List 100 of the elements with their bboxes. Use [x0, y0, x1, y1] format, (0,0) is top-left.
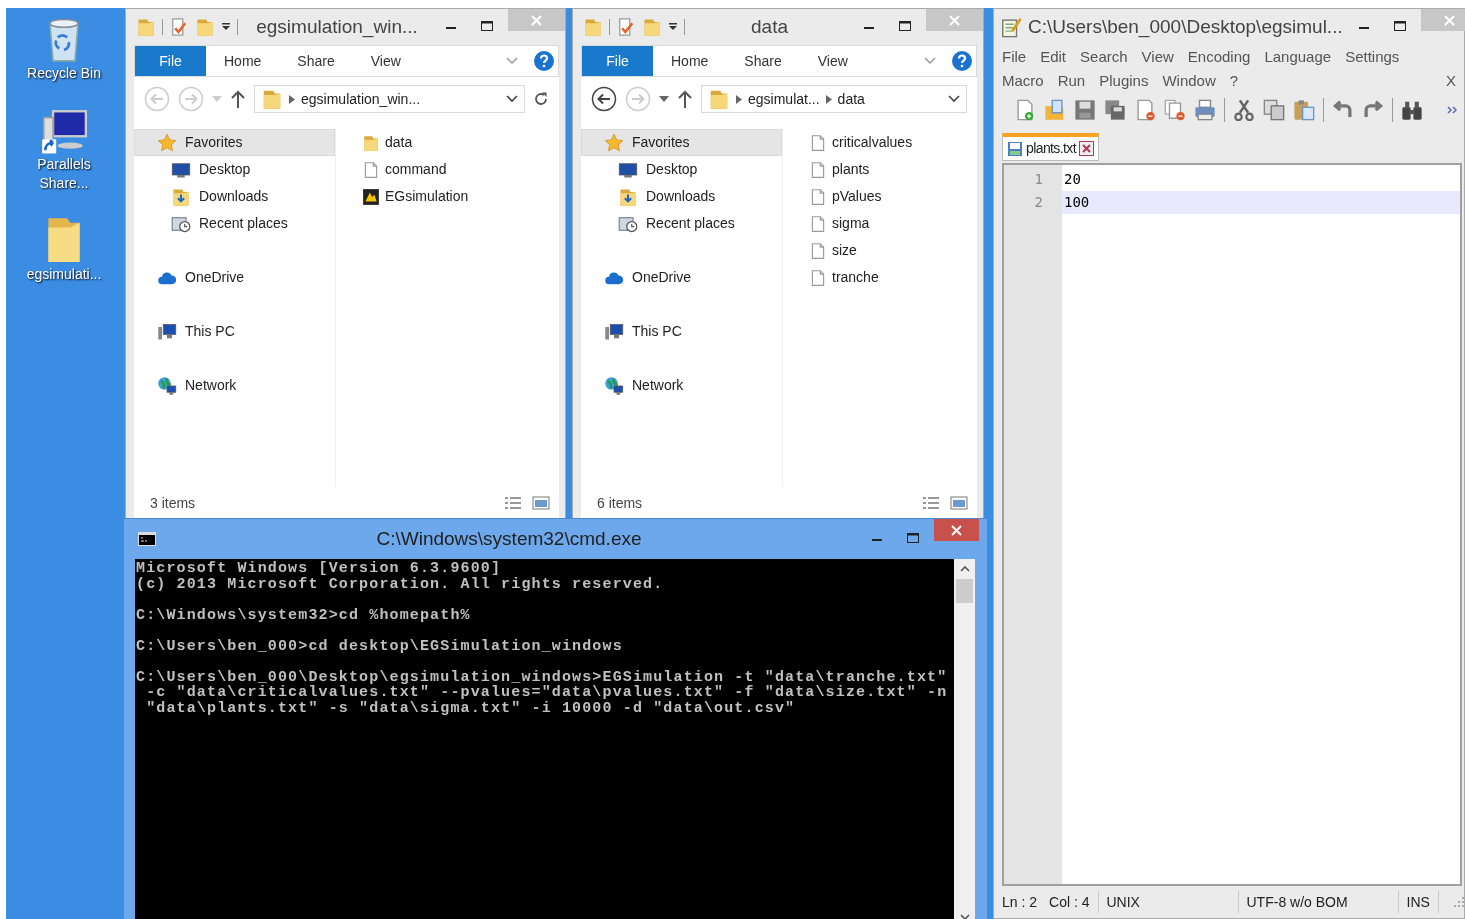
file-name[interactable]: pValues	[832, 186, 882, 207]
chevron-icon[interactable]	[825, 94, 832, 104]
refresh-button[interactable]	[533, 91, 549, 107]
close-file-icon[interactable]	[1134, 99, 1156, 121]
large-icons-view-icon[interactable]	[531, 495, 551, 511]
ribbon-tab[interactable]: View	[799, 46, 866, 76]
scroll-thumb[interactable]	[956, 579, 973, 603]
nav-item-label: Favorites	[632, 133, 690, 152]
help-icon[interactable]	[952, 51, 972, 71]
menu-item[interactable]: File	[1002, 45, 1027, 69]
status-text: INS	[1406, 892, 1430, 912]
menu-item[interactable]: Run	[1057, 69, 1086, 93]
file-menu-button[interactable]: File	[582, 46, 653, 76]
window-title: data	[750, 14, 789, 39]
ribbon-tab[interactable]: Home	[653, 46, 727, 76]
dropdown-chevron-icon[interactable]	[948, 95, 960, 103]
save-all-icon[interactable]	[1104, 99, 1126, 121]
paste-icon[interactable]	[1293, 99, 1315, 121]
nav-pane-item[interactable]: Desktop	[134, 156, 335, 183]
ribbon-tab[interactable]: View	[352, 46, 419, 76]
more-chevrons-icon[interactable]	[1447, 106, 1458, 114]
file-name[interactable]: command	[385, 159, 447, 180]
dropdown-caret-icon[interactable]	[221, 22, 231, 32]
nav-pane-item[interactable]: OneDrive	[134, 264, 335, 291]
nav-pane-item[interactable]: Recent places	[581, 210, 782, 237]
computer-icon	[604, 321, 624, 342]
breadcrumb-item[interactable]: data	[837, 88, 865, 110]
chevron-icon[interactable]	[289, 94, 295, 104]
nav-pane-item[interactable]: Desktop	[581, 156, 782, 183]
nav-pane-item[interactable]: Favorites	[581, 129, 782, 156]
file-name[interactable]: sigma	[832, 213, 870, 234]
new-file-icon[interactable]	[1014, 99, 1036, 121]
expand-chevron-icon[interactable]	[924, 57, 936, 65]
file-name[interactable]: EGsimulation	[385, 186, 469, 207]
nav-pane-item[interactable]: Recent places	[134, 210, 335, 237]
close-document-button[interactable]: X	[1446, 69, 1456, 93]
address-bar[interactable]: egsimulat... data	[701, 85, 967, 113]
copy-icon[interactable]	[1263, 99, 1285, 121]
scrollbar[interactable]	[954, 559, 975, 919]
print-icon[interactable]	[1194, 99, 1216, 121]
nav-pane-item[interactable]: This PC	[581, 318, 782, 345]
menu-item[interactable]: Search	[1080, 45, 1128, 69]
document-check-icon[interactable]	[169, 17, 189, 37]
file-name[interactable]: criticalvalues	[832, 132, 913, 153]
ribbon-tab[interactable]: Share	[279, 46, 353, 76]
up-arrow-button[interactable]	[230, 89, 246, 109]
ribbon-tab[interactable]: Home	[206, 46, 280, 76]
menu-item[interactable]: Encoding	[1187, 45, 1251, 69]
help-icon[interactable]	[534, 51, 554, 71]
close-all-icon[interactable]	[1164, 99, 1186, 121]
dropdown-caret-icon[interactable]	[668, 22, 678, 32]
open-file-icon[interactable]	[1044, 99, 1066, 121]
menu-item[interactable]: ?	[1229, 69, 1239, 93]
menu-item[interactable]: Window	[1162, 69, 1216, 93]
nav-pane-item[interactable]: Downloads	[134, 183, 335, 210]
nav-pane-item[interactable]: Downloads	[581, 183, 782, 210]
chevron-icon[interactable]	[736, 94, 742, 104]
file-menu-button[interactable]: File	[135, 46, 206, 76]
binoculars-icon[interactable]	[1401, 99, 1423, 121]
resize-grip-icon[interactable]	[1454, 897, 1464, 907]
details-view-icon[interactable]	[921, 495, 941, 511]
recent-locations-caret-icon[interactable]	[659, 96, 669, 102]
document-check-icon[interactable]	[616, 17, 636, 37]
menu-item[interactable]: Macro	[1002, 69, 1044, 93]
nav-pane-item[interactable]: Network	[134, 372, 335, 399]
address-bar[interactable]: egsimulation_win...	[254, 85, 525, 113]
close-button[interactable]	[934, 519, 979, 541]
large-icons-view-icon[interactable]	[949, 495, 969, 511]
close-tab-icon[interactable]	[1079, 141, 1095, 156]
file-name[interactable]: size	[832, 240, 857, 261]
menu-item[interactable]: Plugins	[1099, 69, 1149, 93]
nav-pane-item[interactable]: Favorites	[134, 129, 335, 156]
menu-item[interactable]: View	[1141, 45, 1174, 69]
scissors-icon[interactable]	[1233, 99, 1255, 121]
file-name[interactable]: data	[385, 132, 413, 153]
document-tab[interactable]: plants.txt	[1002, 133, 1100, 161]
scroll-up-icon[interactable]	[959, 565, 970, 573]
ribbon-tab[interactable]: Share	[726, 46, 800, 76]
code-line: 20	[1063, 170, 1082, 189]
scroll-down-icon[interactable]	[959, 913, 970, 919]
breadcrumb-item[interactable]: egsimulation_win...	[301, 88, 421, 110]
menu-item[interactable]: Edit	[1040, 45, 1067, 69]
dropdown-chevron-icon[interactable]	[506, 95, 518, 103]
up-arrow-button[interactable]	[677, 89, 693, 109]
menu-item[interactable]: Settings	[1345, 45, 1400, 69]
console-line: (c) 2013 Microsoft Corporation. All rights reserved.	[136, 576, 664, 592]
nav-item-label: Recent places	[199, 214, 288, 233]
back-button[interactable]	[591, 86, 617, 112]
nav-item-label: Network	[185, 376, 237, 395]
file-name[interactable]: plants	[832, 159, 870, 180]
nav-pane-item[interactable]: OneDrive	[581, 264, 782, 291]
details-view-icon[interactable]	[503, 495, 523, 511]
nav-item-label: Network	[632, 376, 684, 395]
breadcrumb-item[interactable]: egsimulat...	[748, 88, 820, 110]
expand-chevron-icon[interactable]	[506, 57, 518, 65]
file-name[interactable]: tranche	[832, 267, 879, 288]
save-icon[interactable]	[1074, 99, 1096, 121]
nav-pane-item[interactable]: Network	[581, 372, 782, 399]
menu-item[interactable]: Language	[1264, 45, 1332, 69]
nav-pane-item[interactable]: This PC	[134, 318, 335, 345]
